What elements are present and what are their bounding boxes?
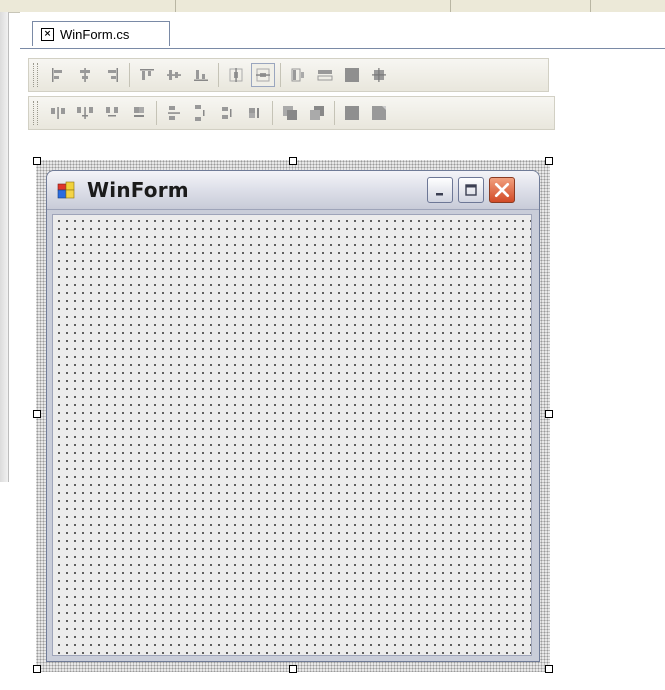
document-tab-bar: × WinForm.cs: [20, 12, 665, 49]
left-gutter: [0, 12, 9, 690]
resize-handle-bottom[interactable]: [289, 665, 297, 673]
tab-order-icon[interactable]: [367, 101, 391, 125]
tab-winform-cs[interactable]: × WinForm.cs: [32, 21, 170, 46]
resize-handle-top-left[interactable]: [33, 157, 41, 165]
form-preview-window[interactable]: WinForm: [46, 170, 540, 662]
make-same-size-icon[interactable]: [340, 63, 364, 87]
remove-horizontal-spacing-icon[interactable]: [127, 101, 151, 125]
resize-handle-left[interactable]: [33, 410, 41, 418]
resize-handle-bottom-right[interactable]: [545, 665, 553, 673]
resize-handle-top-right[interactable]: [545, 157, 553, 165]
toolbar-separator: [334, 101, 335, 125]
form-client-area[interactable]: [52, 214, 532, 656]
gutter-bar: [0, 12, 9, 482]
maximize-button[interactable]: [458, 177, 484, 203]
decrease-horizontal-spacing-icon[interactable]: [100, 101, 124, 125]
column-separator: [175, 0, 176, 12]
center-horizontally-icon[interactable]: [224, 63, 248, 87]
make-horizontal-spacing-equal-icon[interactable]: [46, 101, 70, 125]
send-to-back-icon[interactable]: [305, 101, 329, 125]
layout-toolbar-2: [28, 96, 555, 130]
form-title-bar[interactable]: WinForm: [47, 171, 539, 210]
form-app-icon: [57, 181, 75, 199]
align-tops-icon[interactable]: [135, 63, 159, 87]
align-rights-icon[interactable]: [100, 63, 124, 87]
toolbar-separator: [156, 101, 157, 125]
form-title: WinForm: [87, 178, 189, 202]
resize-handle-bottom-left[interactable]: [33, 665, 41, 673]
toolbar-grip[interactable]: [33, 63, 38, 87]
align-bottoms-icon[interactable]: [189, 63, 213, 87]
resize-handle-top[interactable]: [289, 157, 297, 165]
column-separator: [450, 0, 451, 12]
remove-vertical-spacing-icon[interactable]: [243, 101, 267, 125]
resize-handle-right[interactable]: [545, 410, 553, 418]
close-icon[interactable]: ×: [41, 27, 54, 41]
layout-toolbars: [20, 52, 665, 148]
layout-toolbar-1: [28, 58, 549, 92]
toolbar-separator: [280, 63, 281, 87]
minimize-icon: [436, 193, 443, 196]
column-separator: [590, 0, 591, 12]
size-to-grid-icon[interactable]: [367, 63, 391, 87]
toolbar-separator: [272, 101, 273, 125]
make-same-height-icon[interactable]: [313, 63, 337, 87]
make-same-width-icon[interactable]: [286, 63, 310, 87]
form-designer-surface[interactable]: WinForm: [33, 157, 553, 673]
toolbar-separator: [218, 63, 219, 87]
toolbar-separator: [129, 63, 130, 87]
align-middles-icon[interactable]: [162, 63, 186, 87]
make-vertical-spacing-equal-icon[interactable]: [162, 101, 186, 125]
center-vertically-icon[interactable]: [251, 63, 275, 87]
tab-label: WinForm.cs: [60, 26, 130, 42]
increase-vertical-spacing-icon[interactable]: [189, 101, 213, 125]
decrease-vertical-spacing-icon[interactable]: [216, 101, 240, 125]
minimize-button[interactable]: [427, 177, 453, 203]
increase-horizontal-spacing-icon[interactable]: [73, 101, 97, 125]
close-icon: [494, 182, 510, 198]
bring-to-front-icon[interactable]: [278, 101, 302, 125]
toolbar-grip[interactable]: [33, 101, 38, 125]
align-centers-icon[interactable]: [73, 63, 97, 87]
lock-controls-icon[interactable]: [340, 101, 364, 125]
close-button[interactable]: [489, 177, 515, 203]
maximize-icon: [465, 184, 477, 196]
align-lefts-icon[interactable]: [46, 63, 70, 87]
